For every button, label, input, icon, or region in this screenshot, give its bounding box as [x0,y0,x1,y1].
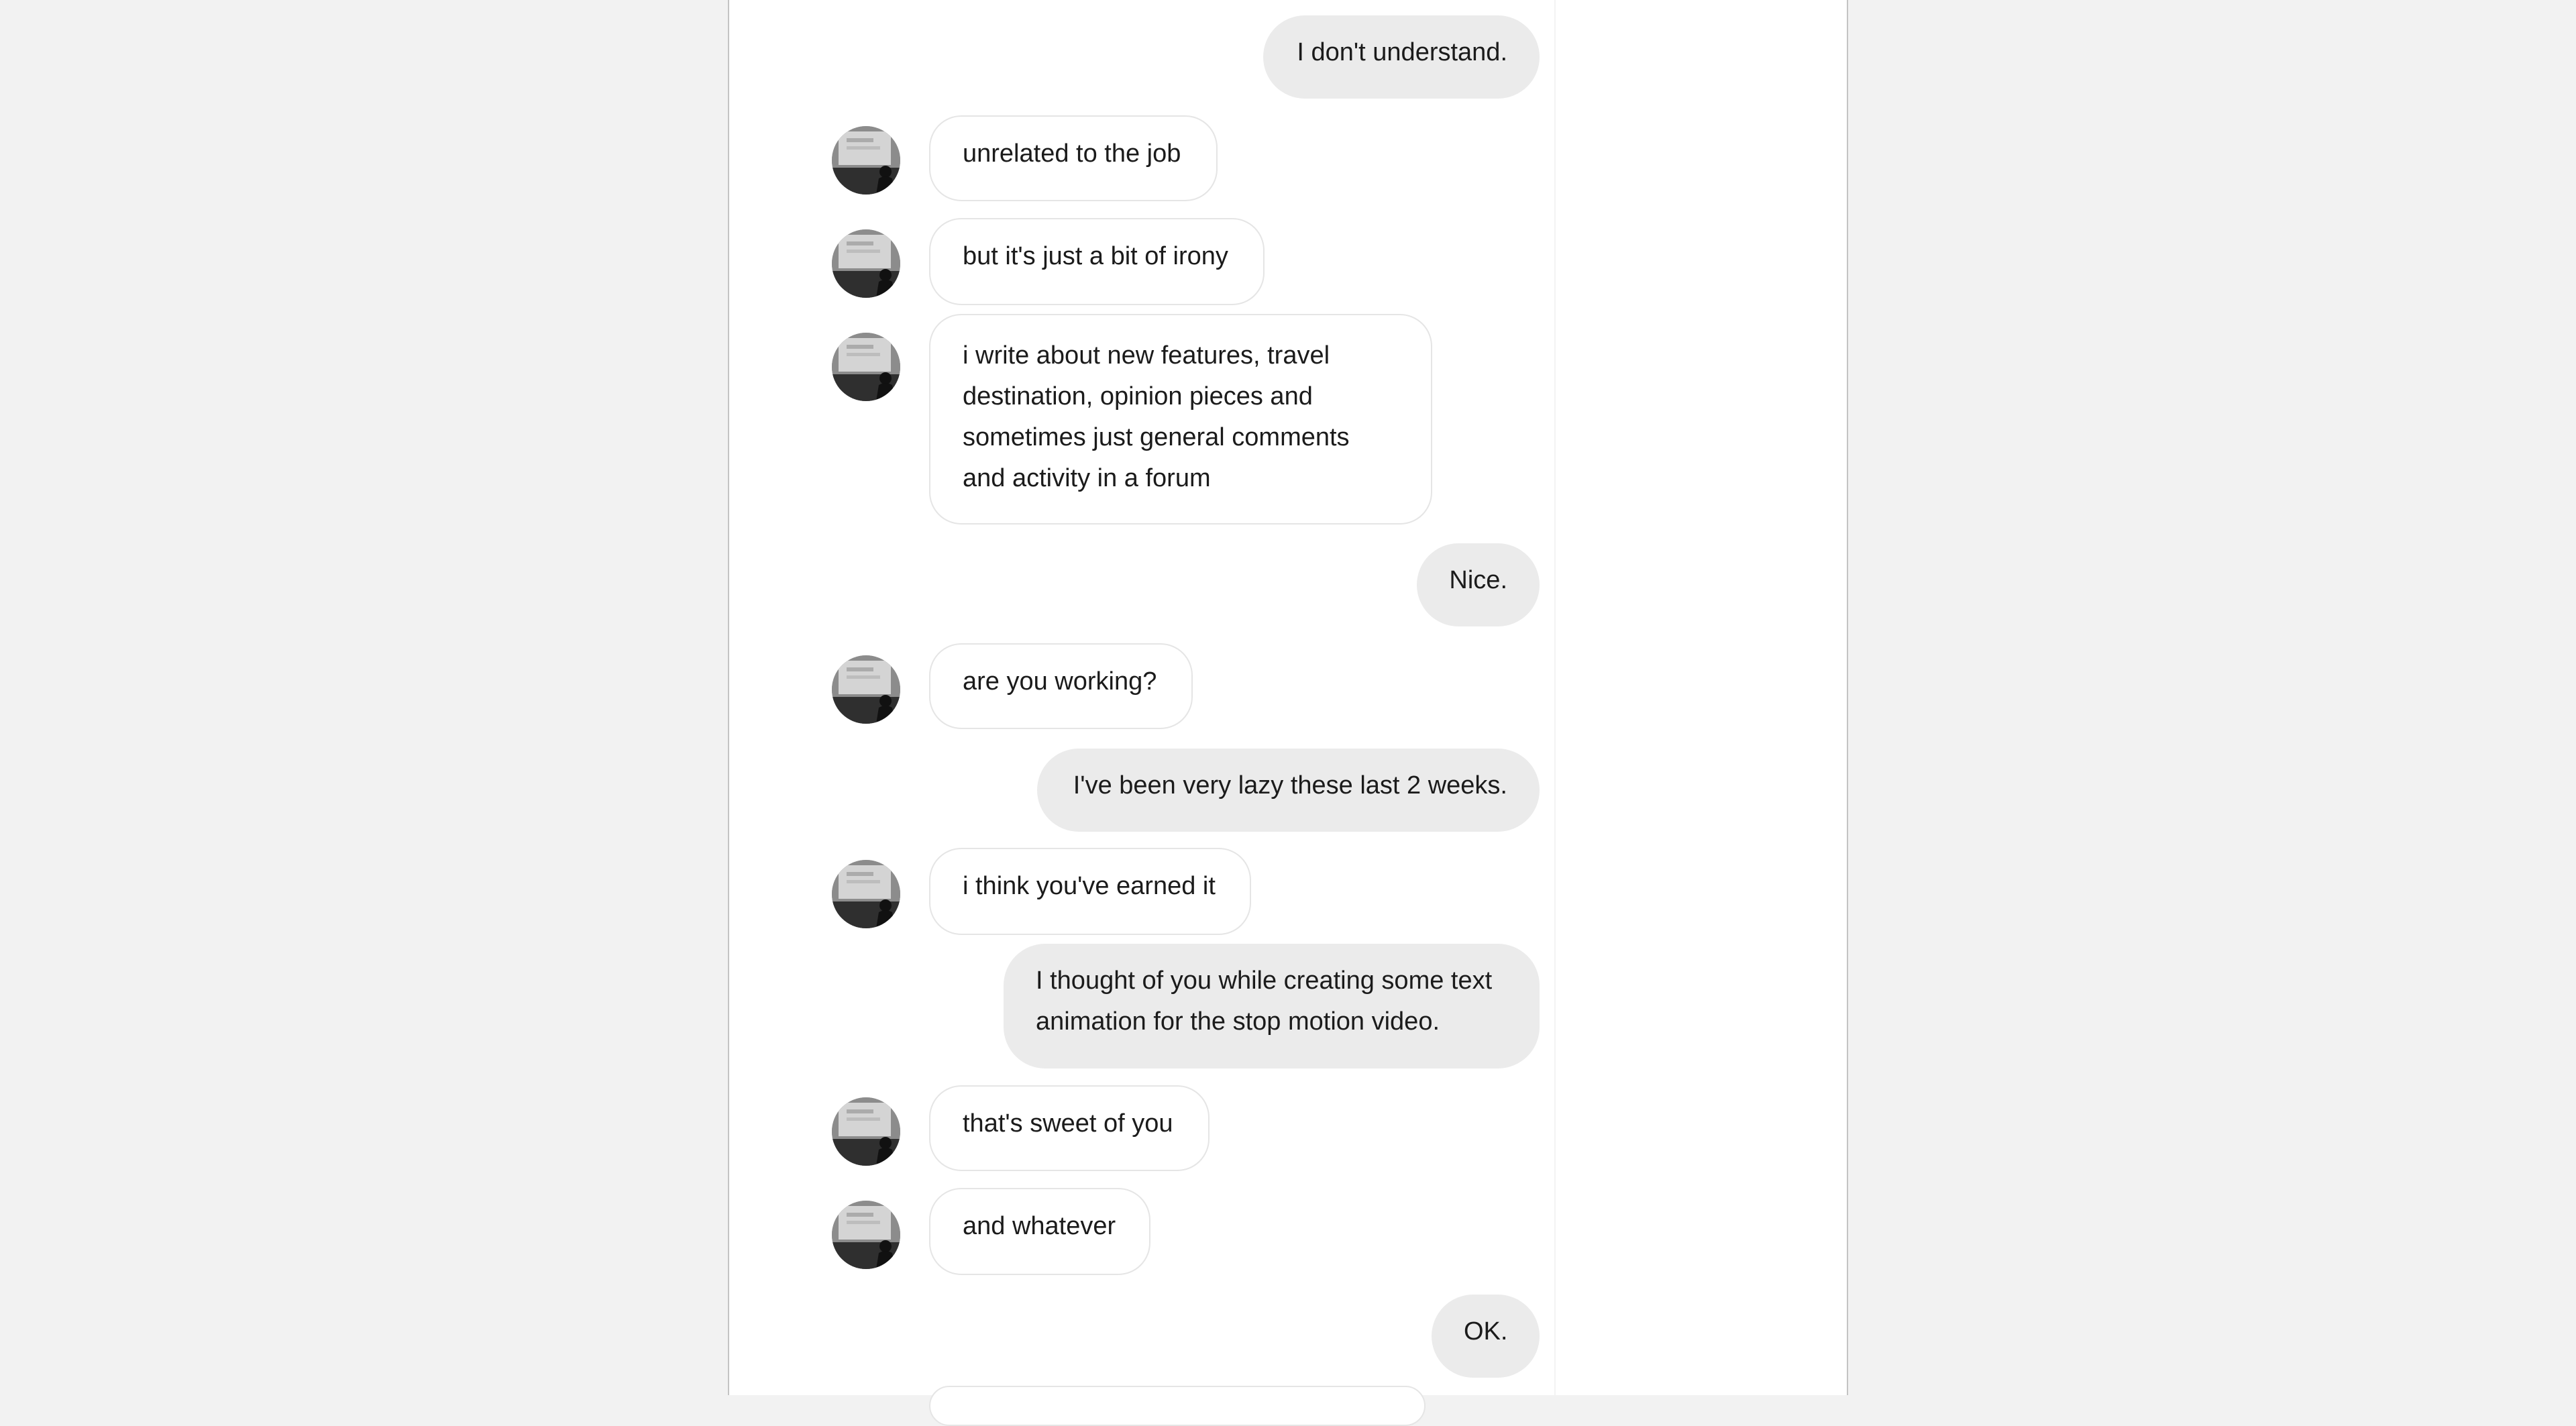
message-text: I thought of you while creating some tex… [1036,967,1493,1036]
outgoing-message[interactable]: I've been very lazy these last 2 weeks. [1037,749,1540,832]
message-text: unrelated to the job [963,140,1181,168]
message-text: are you working? [963,667,1157,696]
message-text: I don't understand. [1297,38,1507,66]
message-text: I've been very lazy these last 2 weeks. [1073,771,1507,800]
user-photo-avatar-icon [832,860,900,928]
message-text: and whatever [963,1212,1116,1240]
outgoing-message[interactable]: I thought of you while creating some tex… [1004,944,1540,1068]
message-text: OK. [1464,1317,1508,1346]
outgoing-message[interactable]: Nice. [1417,543,1540,626]
message-text: Nice. [1449,566,1507,594]
incoming-message-partial[interactable] [929,1386,1426,1426]
message-text: that's sweet of you [963,1109,1173,1138]
incoming-message[interactable]: i write about new features, travel desti… [929,314,1432,525]
avatar[interactable] [832,229,900,298]
message-text: i think you've earned it [963,872,1216,900]
message-text: i write about new features, travel desti… [963,341,1350,492]
user-photo-avatar-icon [832,126,900,195]
incoming-message[interactable]: that's sweet of you [929,1085,1210,1171]
avatar[interactable] [832,1201,900,1269]
outgoing-message[interactable]: OK. [1432,1295,1540,1378]
incoming-message[interactable]: but it's just a bit of irony [929,218,1265,305]
avatar[interactable] [832,333,900,401]
incoming-message[interactable]: and whatever [929,1188,1150,1275]
message-text: but it's just a bit of irony [963,242,1228,270]
user-photo-avatar-icon [832,655,900,724]
column-divider [1554,0,1556,1395]
incoming-message[interactable]: i think you've earned it [929,848,1251,935]
outgoing-message[interactable]: I don't understand. [1263,15,1540,99]
avatar[interactable] [832,860,900,928]
incoming-message[interactable]: unrelated to the job [929,115,1218,201]
user-photo-avatar-icon [832,1201,900,1269]
avatar[interactable] [832,655,900,724]
avatar[interactable] [832,126,900,195]
avatar[interactable] [832,1097,900,1166]
user-photo-avatar-icon [832,1097,900,1166]
incoming-message[interactable]: are you working? [929,643,1193,729]
user-photo-avatar-icon [832,229,900,298]
user-photo-avatar-icon [832,333,900,401]
